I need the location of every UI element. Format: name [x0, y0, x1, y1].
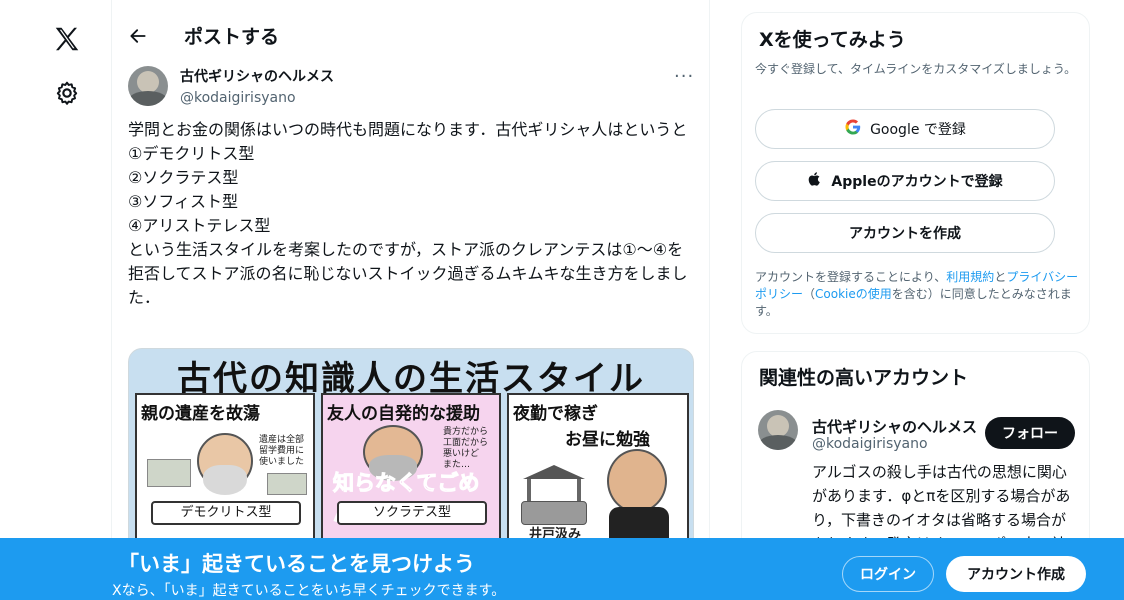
- author-avatar[interactable]: [128, 66, 168, 106]
- panel-title: 夜勤で稼ぎ: [513, 404, 598, 424]
- google-icon: [844, 118, 862, 140]
- post-image[interactable]: 古代の知識人の生活スタイル 親の遺産を故蕩 遺産は全部 留学費用に 使いました …: [128, 348, 694, 558]
- x-logo-icon[interactable]: [51, 24, 83, 54]
- login-button[interactable]: ログイン: [842, 556, 934, 592]
- signup-card-title: Xを使ってみよう: [759, 29, 906, 51]
- banner-subtext: Xなら、「いま」起きていることをいち早くチェックできます。: [112, 583, 506, 599]
- panel-label: ソクラテス型: [337, 501, 487, 525]
- related-handle[interactable]: @kodaigirisyano: [812, 436, 928, 452]
- well-illustration: [519, 465, 589, 525]
- panel-title: 友人の自発的な援助: [327, 404, 480, 424]
- google-signup-button[interactable]: Google で登録: [755, 109, 1055, 149]
- panel-note: 遺産は全部 留学費用に 使いました: [259, 435, 305, 467]
- image-panel-socrates: 友人の自発的な援助 貴方だから 工面だから 悪いけど また… 知らなくてごめん …: [321, 393, 501, 557]
- legal-text: （: [803, 287, 816, 301]
- panel-title-2: お昼に勉強: [565, 430, 650, 450]
- main-column: ポストする 古代ギリシャのヘルメス @kodaigirisyano ··· 学問…: [112, 0, 710, 600]
- more-options-icon[interactable]: ···: [674, 66, 694, 87]
- banner-signup-button[interactable]: アカウント作成: [946, 556, 1086, 592]
- panel-label: デモクリトス型: [151, 501, 301, 525]
- post-author[interactable]: 古代ギリシャのヘルメス @kodaigirisyano: [180, 66, 334, 106]
- page-header: ポストする: [112, 0, 709, 72]
- post-text: 学問とお金の関係はいつの時代も問題になります．古代ギリシャ人はというと ①デモク…: [128, 120, 688, 307]
- apple-icon: [807, 170, 823, 192]
- cookie-link[interactable]: Cookieの使用: [815, 287, 892, 301]
- related-name[interactable]: 古代ギリシャのヘルメス: [812, 416, 977, 437]
- signup-card-subtitle: 今すぐ登録して、タイムラインをカスタマイズしましょう。: [755, 62, 1077, 76]
- money-stack-illustration: [267, 473, 307, 495]
- author-name[interactable]: 古代ギリシャのヘルメス: [180, 66, 334, 86]
- create-account-label: アカウントを作成: [849, 226, 961, 242]
- money-stack-illustration: [147, 459, 191, 487]
- legal-notice: アカウントを登録することにより、利用規約とプライバシーポリシー（Cookieの使…: [755, 269, 1085, 320]
- author-handle[interactable]: @kodaigirisyano: [180, 90, 334, 106]
- image-panel-night-work: 夜勤で稼ぎ お昼に勉強 井戸汲み: [507, 393, 689, 557]
- related-avatar[interactable]: [758, 410, 798, 450]
- follow-button[interactable]: フォロー: [985, 417, 1075, 449]
- apple-signup-button[interactable]: Appleのアカウントで登録: [755, 161, 1055, 201]
- image-panel-democritus: 親の遺産を故蕩 遺産は全部 留学費用に 使いました デモクリトス型: [135, 393, 315, 557]
- legal-text: と: [994, 270, 1007, 284]
- page-title: ポストする: [184, 26, 280, 48]
- terms-link[interactable]: 利用規約: [946, 270, 994, 284]
- beard-illustration: [203, 465, 247, 495]
- google-signup-label: Google で登録: [870, 122, 966, 138]
- related-title: 関連性の高いアカウント: [759, 367, 969, 389]
- signup-banner: 「いま」起きていることを見つけよう Xなら、「いま」起きていることをいち早くチェ…: [0, 538, 1124, 600]
- banner-headline: 「いま」起きていることを見つけよう: [118, 552, 475, 576]
- legal-text: アカウントを登録することにより、: [755, 270, 947, 284]
- signup-card: Xを使ってみよう 今すぐ登録して、タイムラインをカスタマイズしましょう。 Goo…: [741, 12, 1090, 334]
- create-account-button[interactable]: アカウントを作成: [755, 213, 1055, 253]
- apple-signup-label: Appleのアカウントで登録: [831, 174, 1003, 190]
- panel-note: 貴方だから 工面だから 悪いけど また…: [443, 427, 489, 470]
- left-nav: [0, 0, 112, 600]
- figure-illustration: [607, 449, 667, 513]
- panel-title: 親の遺産を故蕩: [141, 404, 260, 424]
- gear-icon[interactable]: [54, 80, 80, 106]
- arrow-left-icon[interactable]: [128, 26, 148, 46]
